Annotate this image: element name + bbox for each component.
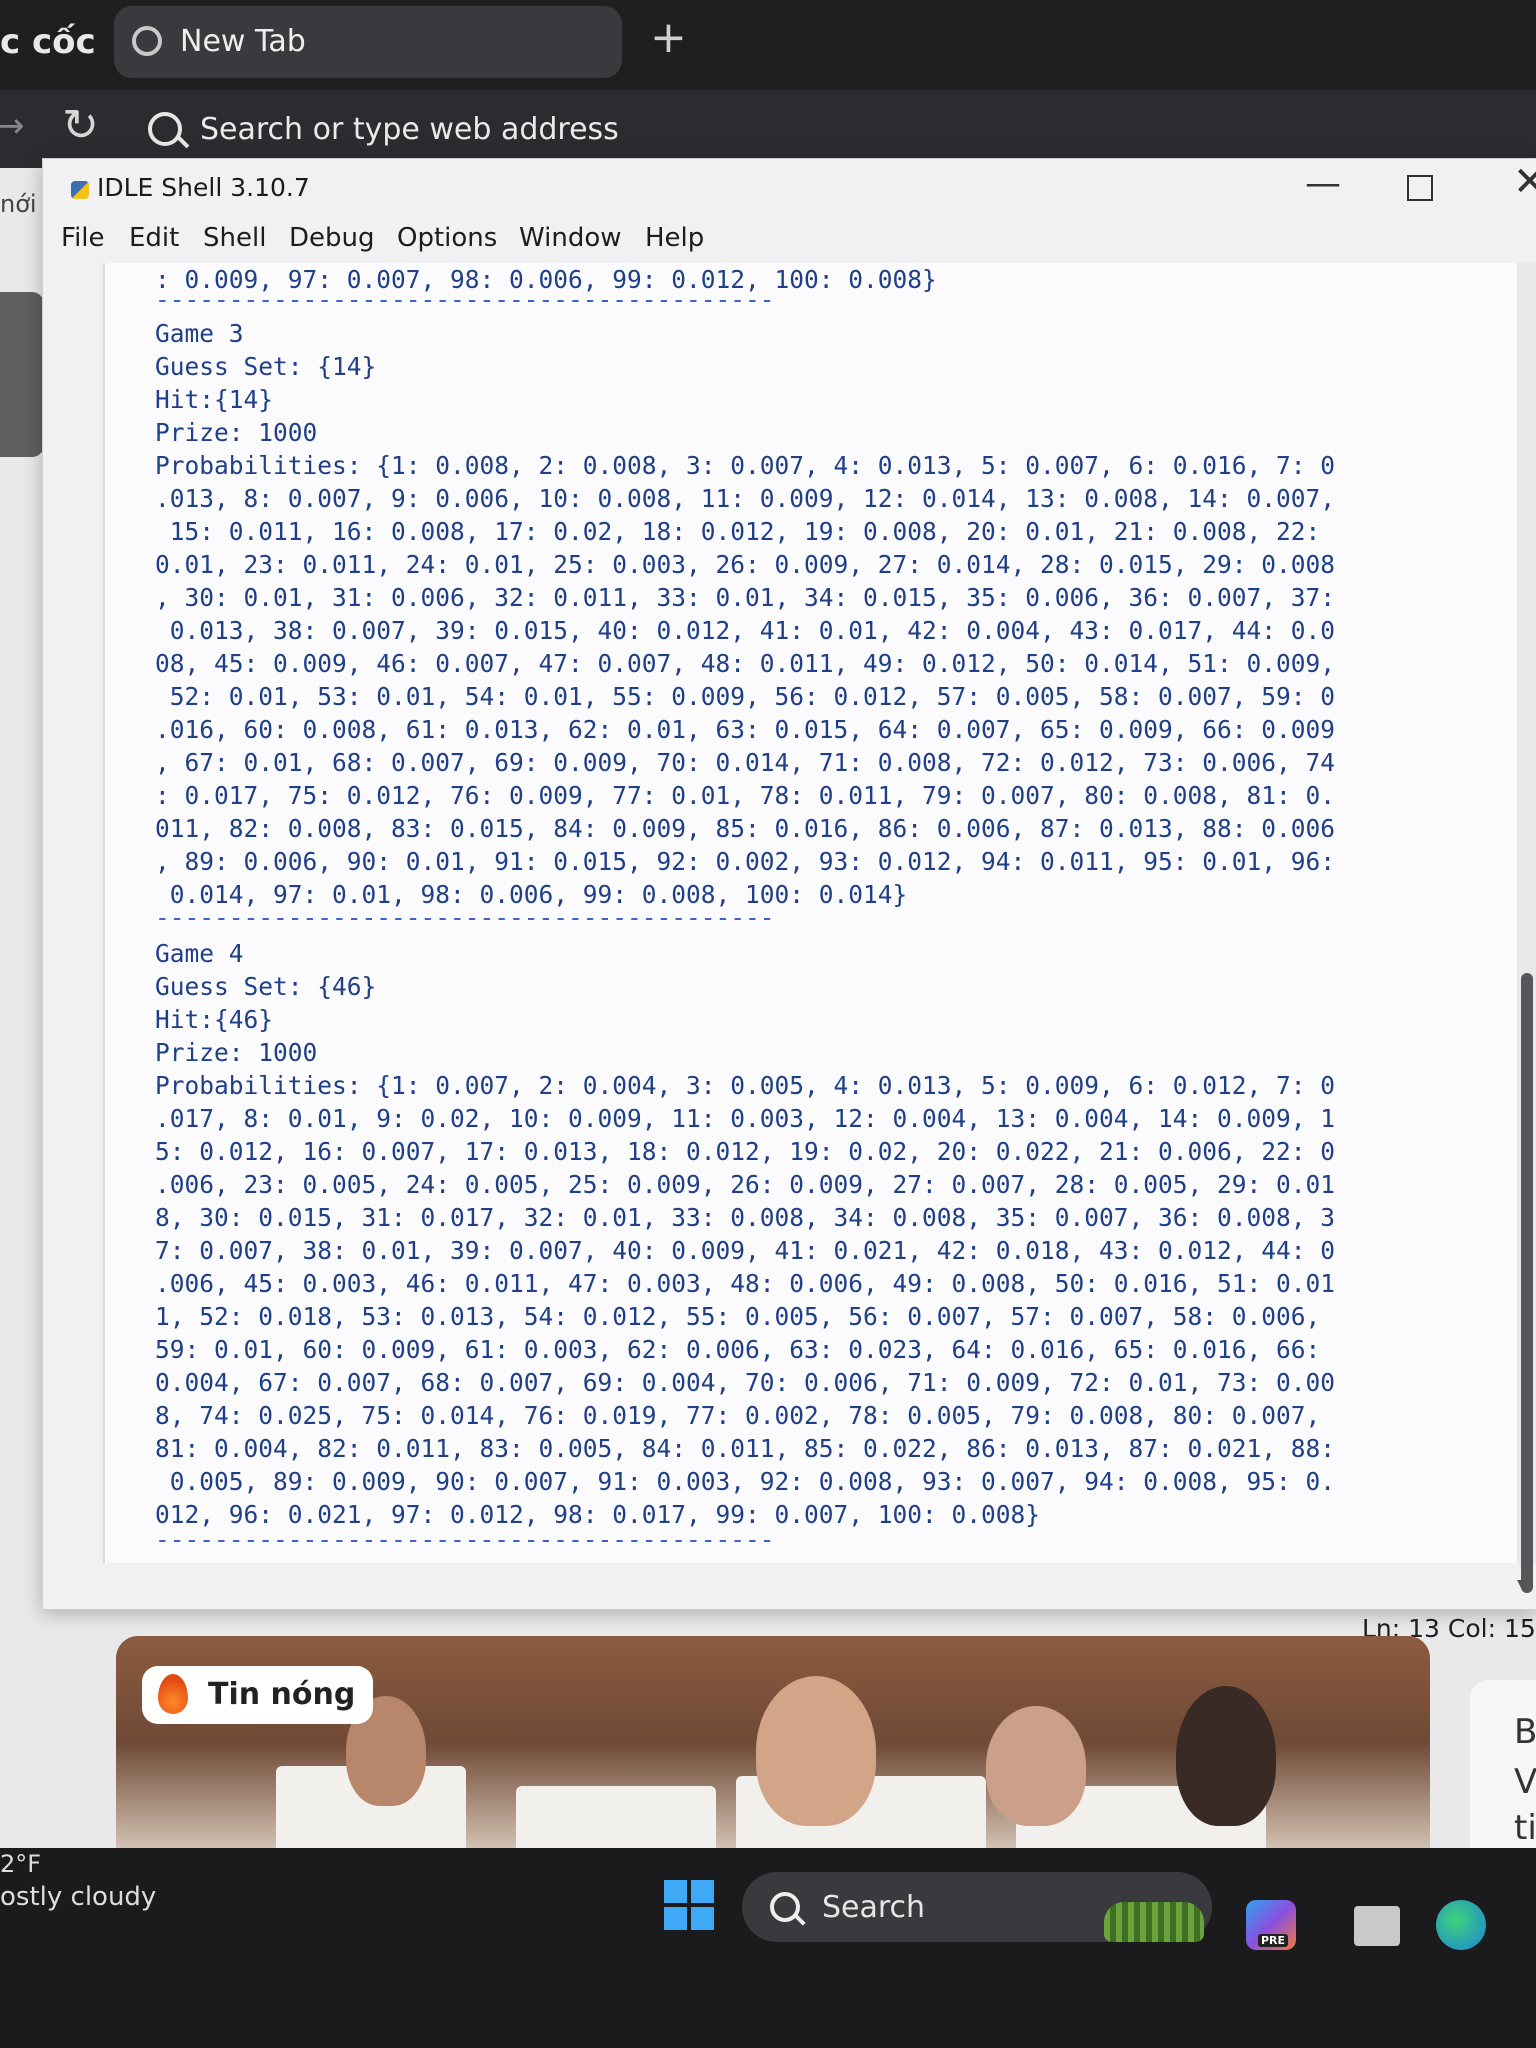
- sidebar-label: nới: [0, 190, 37, 218]
- taskbar-search-label: Search: [822, 1890, 926, 1925]
- fire-icon: [158, 1674, 188, 1714]
- shell-line: 0.01, 23: 0.011, 24: 0.01, 25: 0.003, 26…: [155, 550, 1336, 579]
- side-card-letter: ti: [1514, 1808, 1536, 1848]
- address-input[interactable]: Search or type web address: [200, 112, 619, 147]
- edge-browser-icon[interactable]: [1436, 1900, 1486, 1950]
- menu-options[interactable]: Options: [397, 223, 497, 253]
- minimize-button[interactable]: —: [1305, 163, 1341, 204]
- reload-icon[interactable]: ↻: [62, 100, 99, 151]
- shell-line: .017, 8: 0.01, 9: 0.02, 10: 0.009, 11: 0…: [155, 1104, 1336, 1133]
- shell-line: 0.013, 38: 0.007, 39: 0.015, 40: 0.012, …: [155, 616, 1336, 645]
- shell-line: .006, 23: 0.005, 24: 0.005, 25: 0.009, 2…: [155, 1170, 1336, 1199]
- shell-line: 011, 82: 0.008, 83: 0.015, 84: 0.009, 85…: [155, 814, 1336, 843]
- menu-debug[interactable]: Debug: [289, 223, 375, 253]
- scrollbar-thumb[interactable]: [1521, 973, 1533, 1593]
- shell-line: Hit:{14}: [155, 385, 274, 414]
- shell-line: Game 3: [155, 319, 244, 348]
- shell-line: 8, 30: 0.015, 31: 0.017, 32: 0.01, 33: 0…: [155, 1203, 1336, 1232]
- news-image-person: [986, 1706, 1086, 1826]
- shell-line: 5: 0.012, 16: 0.007, 17: 0.013, 18: 0.01…: [155, 1137, 1336, 1166]
- coccoc-logo-icon: [132, 26, 162, 56]
- search-icon: [770, 1892, 800, 1922]
- shell-line: 81: 0.004, 82: 0.011, 83: 0.005, 84: 0.0…: [155, 1434, 1336, 1463]
- shell-line: 15: 0.011, 16: 0.008, 17: 0.02, 18: 0.01…: [155, 517, 1321, 546]
- idle-titlebar: IDLE Shell 3.10.7 — ✕: [43, 159, 1536, 219]
- menu-help[interactable]: Help: [645, 223, 704, 253]
- side-card-letter: V: [1514, 1762, 1536, 1802]
- shell-line: Probabilities: {1: 0.007, 2: 0.004, 3: 0…: [155, 1071, 1336, 1100]
- scroll-down-arrow-icon[interactable]: ▼: [1517, 1577, 1528, 1593]
- shell-line: Prize: 1000: [155, 418, 318, 447]
- shell-line: 1, 52: 0.018, 53: 0.013, 54: 0.012, 55: …: [155, 1302, 1321, 1331]
- browser-brand: c cốc: [0, 22, 96, 62]
- shell-output-area[interactable]: : 0.009, 97: 0.007, 98: 0.006, 99: 0.012…: [103, 263, 1519, 1563]
- tab-title: New Tab: [180, 24, 306, 59]
- shell-line: Probabilities: {1: 0.008, 2: 0.008, 3: 0…: [155, 451, 1336, 480]
- copilot-app-icon[interactable]: PRE: [1246, 1900, 1296, 1950]
- shell-line: , 89: 0.006, 90: 0.01, 91: 0.015, 92: 0.…: [155, 847, 1336, 876]
- shell-line: .013, 8: 0.007, 9: 0.006, 10: 0.008, 11:…: [155, 484, 1336, 513]
- address-bar-row: → ↻ Search or type web address: [0, 90, 1536, 168]
- menu-shell[interactable]: Shell: [203, 223, 266, 253]
- windows-start-icon[interactable]: [664, 1880, 714, 1930]
- shell-line: 0.005, 89: 0.009, 90: 0.007, 91: 0.003, …: [155, 1467, 1336, 1496]
- tab-new-tab[interactable]: New Tab: [114, 6, 622, 78]
- idle-shell-window: IDLE Shell 3.10.7 — ✕ File Edit Shell De…: [42, 158, 1536, 1610]
- shell-line: 59: 0.01, 60: 0.009, 61: 0.003, 62: 0.00…: [155, 1335, 1321, 1364]
- shell-line: 8, 74: 0.025, 75: 0.014, 76: 0.019, 77: …: [155, 1401, 1321, 1430]
- side-card-letter: B: [1514, 1712, 1536, 1752]
- window-title: IDLE Shell 3.10.7: [97, 173, 310, 202]
- close-button[interactable]: ✕: [1513, 159, 1536, 205]
- shell-line: Guess Set: {46}: [155, 972, 377, 1001]
- file-explorer-icon[interactable]: [1354, 1906, 1400, 1946]
- shell-line: 08, 45: 0.009, 46: 0.007, 47: 0.007, 48:…: [155, 649, 1336, 678]
- shell-line: 52: 0.01, 53: 0.01, 54: 0.01, 55: 0.009,…: [155, 682, 1336, 711]
- shell-line: 0.004, 67: 0.007, 68: 0.007, 69: 0.004, …: [155, 1368, 1336, 1397]
- weather-condition[interactable]: ostly cloudy: [0, 1882, 156, 1912]
- menu-file[interactable]: File: [61, 223, 105, 253]
- vertical-scrollbar[interactable]: [1517, 263, 1536, 1593]
- shell-line: , 30: 0.01, 31: 0.006, 32: 0.011, 33: 0.…: [155, 583, 1336, 612]
- shell-line: : 0.017, 75: 0.012, 76: 0.009, 77: 0.01,…: [155, 781, 1336, 810]
- shell-line: 7: 0.007, 38: 0.01, 39: 0.007, 40: 0.009…: [155, 1236, 1336, 1265]
- pre-badge: PRE: [1258, 1934, 1289, 1947]
- weather-temperature[interactable]: 2°F: [0, 1850, 41, 1878]
- sidebar-pill: [0, 292, 44, 457]
- plant-widget-icon[interactable]: [1104, 1902, 1204, 1942]
- hot-news-label: Tin nóng: [208, 1677, 356, 1712]
- search-icon: [148, 112, 182, 146]
- browser-tab-bar: c cốc New Tab +: [0, 0, 1536, 90]
- shell-line: Prize: 1000: [155, 1038, 318, 1067]
- news-image-person: [756, 1676, 876, 1826]
- news-image-person: [1176, 1686, 1276, 1826]
- shell-line: Hit:{46}: [155, 1005, 274, 1034]
- separator-line: ----------------------------------------…: [155, 285, 775, 314]
- separator-line: ----------------------------------------…: [155, 1525, 775, 1554]
- new-tab-button[interactable]: +: [650, 12, 687, 63]
- menu-edit[interactable]: Edit: [129, 223, 179, 253]
- shell-line: .016, 60: 0.008, 61: 0.013, 62: 0.01, 63…: [155, 715, 1336, 744]
- shell-line: , 67: 0.01, 68: 0.007, 69: 0.009, 70: 0.…: [155, 748, 1336, 777]
- shell-line: .006, 45: 0.003, 46: 0.011, 47: 0.003, 4…: [155, 1269, 1336, 1298]
- python-logo-icon: [71, 181, 89, 199]
- menu-window[interactable]: Window: [519, 223, 622, 253]
- shell-line: Guess Set: {14}: [155, 352, 377, 381]
- separator-line: ----------------------------------------…: [155, 903, 775, 932]
- maximize-button[interactable]: [1407, 175, 1433, 201]
- forward-arrow-icon[interactable]: →: [0, 106, 25, 146]
- shell-line: Game 4: [155, 939, 244, 968]
